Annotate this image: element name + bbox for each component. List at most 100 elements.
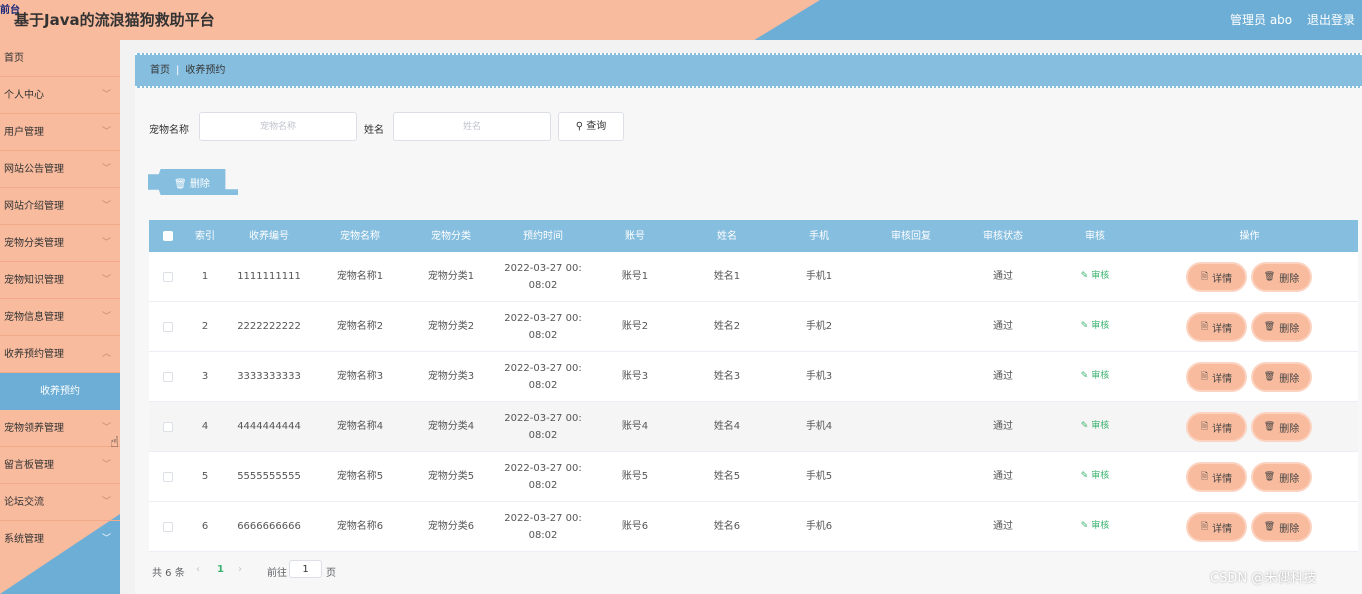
cell-booking-time: 2022-03-27 00: 08:02: [497, 352, 589, 401]
sidebar-item-system[interactable]: 系统管理 ﹀: [0, 521, 120, 558]
cell-name: 姓名6: [713, 521, 741, 532]
chevron-down-icon: ﹀: [101, 238, 111, 248]
sidebar-item-forum[interactable]: 论坛交流 ﹀: [0, 484, 120, 521]
header-booking-time[interactable]: 预约时间: [497, 220, 589, 252]
delete-button[interactable]: 🗑 删除: [1253, 414, 1310, 440]
query-button[interactable]: ⚲ 查询: [558, 112, 624, 141]
booking-time-line2: 08:02: [528, 429, 558, 441]
cell-pet-name: 宠物名称1: [336, 271, 384, 282]
header-code[interactable]: 收养编号: [223, 220, 315, 252]
cell-audit: ✎ 审核: [1049, 402, 1141, 451]
detail-button[interactable]: 🗎 详情: [1188, 414, 1245, 440]
audit-link[interactable]: ✎ 审核: [1081, 318, 1109, 335]
sidebar-item-announcements[interactable]: 网站公告管理 ﹀: [0, 151, 120, 188]
audit-link[interactable]: ✎ 审核: [1081, 268, 1109, 285]
row-checkbox[interactable]: [163, 321, 173, 332]
sidebar-item-site-intro[interactable]: 网站介绍管理 ﹀: [0, 188, 120, 225]
sidebar-item-pet-info[interactable]: 宠物信息管理 ﹀: [0, 299, 120, 336]
cell-pet-name: 宠物名称2: [336, 321, 384, 332]
audit-link[interactable]: ✎ 审核: [1081, 368, 1109, 385]
query-button-label: 查询: [586, 121, 607, 132]
header-reply[interactable]: 审核回复: [865, 220, 957, 252]
admin-user: 管理员 abo: [1230, 13, 1293, 27]
sidebar-item-label: 宠物分类管理: [4, 238, 64, 249]
sidebar-subitem-adoption-booking[interactable]: 收养预约: [0, 373, 120, 410]
header-pet-category[interactable]: 宠物分类: [405, 220, 497, 252]
sidebar-item-pet-category[interactable]: 宠物分类管理 ﹀: [0, 225, 120, 262]
detail-button[interactable]: 🗎 详情: [1188, 364, 1245, 390]
pagination-total: 共 6 条: [152, 568, 185, 579]
cell-audit: ✎ 审核: [1049, 502, 1141, 551]
adoption-table: 索引 收养编号 宠物名称 宠物分类 预约时间 账号 姓名 手机 审核回复 审核状…: [149, 220, 1358, 552]
sidebar-item-user-management[interactable]: 用户管理 ﹀: [0, 114, 120, 151]
detail-button[interactable]: 🗎 详情: [1188, 314, 1245, 340]
sidebar-item-label: 网站公告管理: [4, 164, 64, 175]
booking-time-line1: 2022-03-27 00:: [504, 412, 582, 424]
sidebar-item-label: 系统管理: [4, 534, 44, 545]
sidebar-item-message-board[interactable]: 留言板管理 ﹀: [0, 447, 120, 484]
pet-name-input[interactable]: [199, 112, 357, 141]
audit-link[interactable]: ✎ 审核: [1081, 418, 1109, 435]
delete-button-label: 删除: [1279, 273, 1300, 285]
document-icon: 🗎: [1200, 522, 1209, 532]
logout-link[interactable]: 退出登录: [1307, 11, 1355, 28]
header-name[interactable]: 姓名: [681, 220, 773, 252]
row-checkbox[interactable]: [163, 271, 173, 282]
delete-button[interactable]: 🗑 删除: [1253, 514, 1310, 540]
booking-time-line2: 08:02: [528, 379, 558, 391]
cell-phone: 手机6: [805, 521, 833, 532]
delete-button[interactable]: 🗑 删除: [1253, 264, 1310, 290]
batch-delete-button[interactable]: 🗑 删除: [148, 169, 238, 195]
cell-status: 通过: [993, 421, 1013, 432]
row-checkbox[interactable]: [163, 421, 173, 432]
chevron-down-icon: ﹀: [101, 312, 111, 322]
header-index[interactable]: 索引: [187, 220, 223, 252]
detail-button-label: 详情: [1212, 373, 1233, 385]
header-phone[interactable]: 手机: [773, 220, 865, 252]
breadcrumb-current: 收养预约: [185, 65, 226, 76]
sidebar-item-adoption-booking-mgmt[interactable]: 收养预约管理 ︿: [0, 336, 120, 373]
header-actions: 操作: [1239, 230, 1260, 242]
header-account[interactable]: 账号: [589, 220, 681, 252]
delete-button[interactable]: 🗑 删除: [1253, 314, 1310, 340]
breadcrumb-home[interactable]: 首页: [150, 65, 170, 76]
delete-button[interactable]: 🗑 删除: [1253, 464, 1310, 490]
edit-icon: ✎: [1080, 321, 1089, 331]
audit-link[interactable]: ✎ 审核: [1081, 468, 1109, 485]
cell-booking-time: 2022-03-27 00: 08:02: [497, 402, 589, 451]
sidebar: 首页 个人中心 ﹀ 用户管理 ﹀ 网站公告管理 ﹀ 网站介绍管理 ﹀ 宠物分类管理 ﹀ 宠…: [0, 40, 120, 594]
pagination-prev-button[interactable]: ‹: [196, 564, 200, 575]
detail-button[interactable]: 🗎 详情: [1188, 264, 1245, 290]
pagination-next-button[interactable]: ›: [238, 564, 242, 575]
header-pet-name[interactable]: 宠物名称: [315, 220, 405, 252]
detail-button[interactable]: 🗎 详情: [1188, 464, 1245, 490]
cell-code: 2222222222: [237, 321, 301, 332]
detail-button[interactable]: 🗎 详情: [1188, 514, 1245, 540]
row-checkbox[interactable]: [163, 521, 173, 532]
sidebar-item-label: 收养预约: [40, 386, 80, 397]
cell-index: 6: [201, 521, 209, 532]
chevron-down-icon: ﹀: [101, 127, 111, 137]
header-status[interactable]: 审核状态: [957, 220, 1049, 252]
cell-booking-time: 2022-03-27 00: 08:02: [497, 452, 589, 501]
audit-link[interactable]: ✎ 审核: [1081, 518, 1109, 535]
pagination-goto-input[interactable]: [289, 560, 322, 578]
pagination-page-1[interactable]: 1: [217, 564, 224, 575]
cell-reply: [865, 252, 957, 301]
sidebar-item-label: 首页: [4, 53, 24, 64]
sidebar-item-label: 个人中心: [4, 90, 44, 101]
cell-booking-time: 2022-03-27 00: 08:02: [497, 302, 589, 351]
name-input[interactable]: [393, 112, 551, 141]
row-checkbox[interactable]: [163, 471, 173, 482]
delete-button[interactable]: 🗑 删除: [1253, 364, 1310, 390]
sidebar-item-label: 网站介绍管理: [4, 201, 64, 212]
sidebar-item-personal-center[interactable]: 个人中心 ﹀: [0, 77, 120, 114]
cell-pet-category: 宠物分类3: [427, 371, 475, 382]
cell-account: 账号3: [621, 371, 649, 382]
chevron-down-icon: ﹀: [101, 201, 111, 211]
row-checkbox[interactable]: [163, 371, 173, 382]
sidebar-item-pet-adoption[interactable]: 宠物领养管理 ﹀: [0, 410, 120, 447]
sidebar-item-pet-knowledge[interactable]: 宠物知识管理 ﹀: [0, 262, 120, 299]
sidebar-item-home[interactable]: 首页: [0, 40, 120, 77]
select-all-checkbox[interactable]: [163, 231, 173, 241]
